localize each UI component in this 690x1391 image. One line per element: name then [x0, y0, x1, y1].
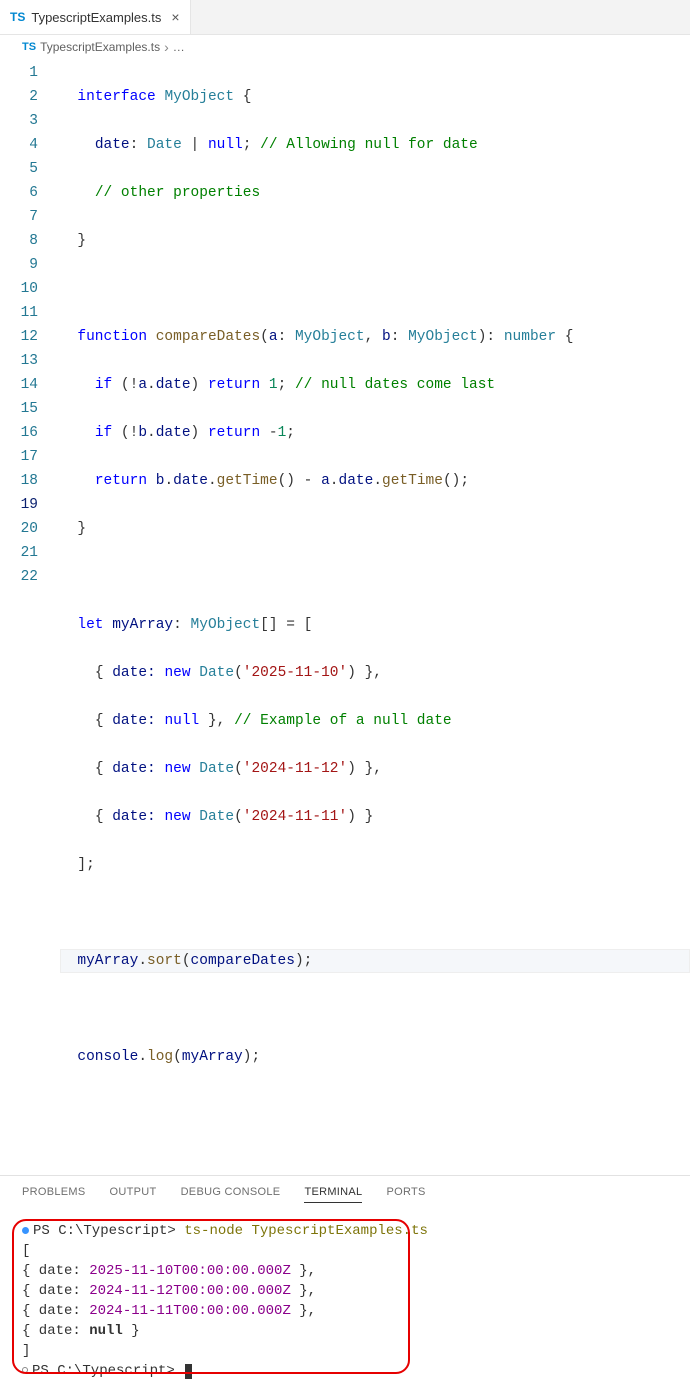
tab-ports[interactable]: PORTS	[386, 1186, 425, 1203]
terminal-panel[interactable]: PS C:\Typescript> ts-node TypescriptExam…	[0, 1211, 690, 1391]
line-gutter: 12345678910111213141516171819202122	[0, 61, 60, 1165]
terminal-output: { date: 2025-11-10T00:00:00.000Z },	[22, 1261, 668, 1281]
breadcrumb[interactable]: TS TypescriptExamples.ts › …	[0, 35, 690, 59]
panel-tab-bar: PROBLEMS OUTPUT DEBUG CONSOLE TERMINAL P…	[0, 1176, 690, 1211]
terminal-cursor	[185, 1364, 192, 1379]
terminal-prompt: PS C:\Typescript>	[33, 1223, 184, 1239]
chevron-right-icon: ›	[164, 39, 169, 55]
tab-output[interactable]: OUTPUT	[110, 1186, 157, 1203]
terminal-output: { date: null }	[22, 1321, 668, 1341]
breadcrumb-more: …	[173, 40, 185, 54]
terminal-prompt: PS C:\Typescript>	[32, 1363, 183, 1379]
terminal-output: [	[22, 1241, 668, 1261]
terminal-output: ]	[22, 1341, 668, 1361]
typescript-icon: TS	[10, 10, 25, 24]
prompt-dot-icon	[22, 1367, 28, 1373]
terminal-output: { date: 2024-11-11T00:00:00.000Z },	[22, 1301, 668, 1321]
prompt-dot-icon	[22, 1227, 29, 1234]
breadcrumb-file: TypescriptExamples.ts	[40, 40, 160, 54]
code-area[interactable]: interface MyObject { date: Date | null; …	[60, 61, 690, 1165]
tab-title: TypescriptExamples.ts	[31, 10, 161, 25]
terminal-output: { date: 2024-11-12T00:00:00.000Z },	[22, 1281, 668, 1301]
tab-bar: TS TypescriptExamples.ts ×	[0, 0, 690, 35]
typescript-icon: TS	[22, 41, 36, 53]
editor-tab[interactable]: TS TypescriptExamples.ts ×	[0, 0, 191, 34]
tab-terminal[interactable]: TERMINAL	[304, 1186, 362, 1203]
tab-problems[interactable]: PROBLEMS	[22, 1186, 86, 1203]
code-editor[interactable]: 12345678910111213141516171819202122 inte…	[0, 59, 690, 1165]
terminal-command: ts-node TypescriptExamples.ts	[184, 1223, 428, 1239]
close-icon[interactable]: ×	[171, 9, 179, 25]
tab-debug-console[interactable]: DEBUG CONSOLE	[181, 1186, 281, 1203]
